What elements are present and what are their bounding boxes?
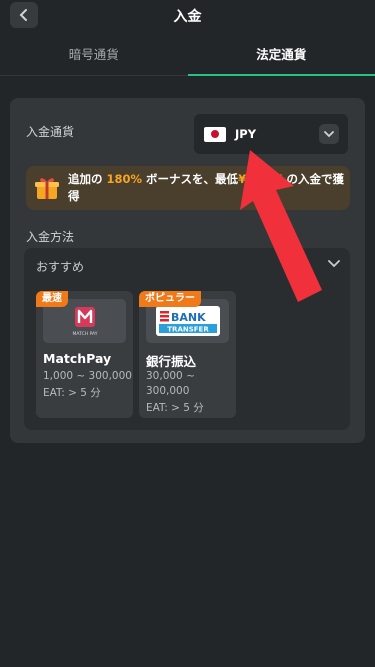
tab-crypto[interactable]: 暗号通貨 <box>0 32 188 75</box>
gift-icon <box>35 178 59 199</box>
badge-popular: ポピュラー <box>139 291 201 307</box>
japan-flag-icon <box>204 126 226 142</box>
badge-fastest: 最速 <box>36 291 68 307</box>
currency-label: 入金通貨 <box>26 125 75 139</box>
matchpay-logo-icon: MATCH PAY <box>72 307 97 337</box>
bonus-banner: 追加の 180% ボーナスを、最低¥7,337 の入金で獲得 <box>26 166 350 210</box>
payment-card-matchpay[interactable]: MATCH PAY 最速 MatchPay 1,000 ~ 300,000 EA… <box>36 291 133 418</box>
method-label: 入金方法 <box>26 230 75 244</box>
chevron-left-icon <box>19 9 27 21</box>
bank-transfer-logo-icon: BANK TRANSFER <box>155 306 220 336</box>
transfer-logo-text: TRANSFER <box>167 326 209 334</box>
payment-card-bank-transfer[interactable]: BANK TRANSFER ポピュラー 銀行振込 30,000 ~ 300,00… <box>139 291 236 418</box>
tab-fiat[interactable]: 法定通貨 <box>187 32 375 76</box>
chevron-down-icon <box>324 130 334 137</box>
payment-range-line1: 30,000 ~ <box>146 370 195 382</box>
payment-eta: EAT: > 5 分 <box>43 387 101 399</box>
bonus-percent: 180% <box>106 172 143 186</box>
bonus-middle: ボーナスを、最低 <box>142 172 239 186</box>
bonus-prefix: 追加の <box>68 172 107 186</box>
payment-name: MatchPay <box>43 351 112 366</box>
deposit-card: 入金通貨 JPY 追加の 180% ボーナスを、最低¥7,337 の入金で獲得 … <box>10 98 365 443</box>
currency-dropdown-button[interactable] <box>319 124 339 144</box>
payment-range: 1,000 ~ 300,000 <box>43 370 132 382</box>
payment-range-line2: 300,000 <box>146 385 190 397</box>
payment-eta: EAT: > 5 分 <box>146 402 204 414</box>
page-title: 入金 <box>173 9 202 25</box>
back-button[interactable] <box>10 2 38 28</box>
bonus-amount: ¥7,337 <box>238 172 283 186</box>
bonus-text: 追加の 180% ボーナスを、最低¥7,337 の入金で獲得 <box>68 171 346 205</box>
recommended-header[interactable]: おすすめ <box>36 258 84 275</box>
bank-logo-text: BANK <box>171 311 206 324</box>
currency-value: JPY <box>235 127 257 141</box>
chevron-down-icon[interactable] <box>328 260 340 268</box>
currency-select[interactable]: JPY <box>194 114 348 154</box>
header: 入金 <box>0 0 375 32</box>
tab-bar: 暗号通貨 法定通貨 <box>0 32 375 76</box>
payment-name: 銀行振込 <box>146 354 197 369</box>
method-box: おすすめ MATCH PAY 最速 MatchPay 1,000 ~ 300,0… <box>24 248 350 430</box>
matchpay-logo-text: MATCH PAY <box>72 331 97 337</box>
